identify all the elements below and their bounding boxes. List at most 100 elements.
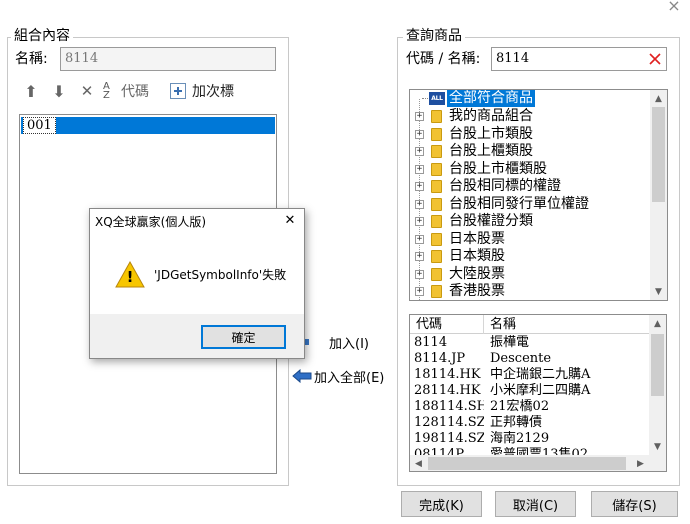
folder-icon xyxy=(431,110,442,123)
cell-name: 小米摩利二四購A xyxy=(490,383,591,398)
folder-icon xyxy=(431,197,442,211)
cell-code: 28114.HK xyxy=(414,383,481,398)
add-sub-label: 加次標 xyxy=(192,84,234,100)
expand-icon[interactable]: + xyxy=(415,217,424,226)
tree-item-label: 日本類股 xyxy=(449,248,505,264)
cell-name: 21宏橋02 xyxy=(490,399,550,414)
cell-name: 中企瑞銀二九購A xyxy=(490,367,591,382)
add-all-button[interactable]: 加入全部(E) xyxy=(292,366,392,386)
folder-icon xyxy=(431,127,442,141)
cell-code: 188114.SH xyxy=(414,399,484,414)
clear-search-icon[interactable] xyxy=(648,52,662,66)
tree-item-label: 台股權證分類 xyxy=(449,213,533,229)
delete-icon[interactable]: ✕ xyxy=(77,80,97,102)
cell-code: 8114 xyxy=(414,335,448,350)
cell-name: Descente xyxy=(490,351,552,366)
folder-icon xyxy=(431,250,442,263)
expand-icon[interactable]: + xyxy=(415,252,424,261)
dialog-footer: 確定 xyxy=(90,314,304,358)
scroll-thumb[interactable] xyxy=(652,107,665,202)
name-label: 名稱: xyxy=(15,51,48,67)
dialog-title: XQ全球贏家(個人版) xyxy=(95,215,207,229)
scroll-right-icon[interactable]: ▶ xyxy=(632,455,649,471)
list-item[interactable]: 001 xyxy=(21,117,275,134)
add-button[interactable]: 加入(I) xyxy=(304,332,384,352)
tree-item-label: 全部符合商品 xyxy=(447,90,535,107)
table-row[interactable]: 188114.SH 21宏橋02 xyxy=(410,399,649,415)
window-close-icon[interactable]: × xyxy=(664,0,684,15)
sort-az-icon: AZ xyxy=(103,81,110,101)
table-row[interactable]: 8114 振樺電 xyxy=(410,335,649,351)
folder-icon xyxy=(431,285,442,298)
cell-name: 正邦轉債 xyxy=(490,415,543,430)
table-row[interactable]: 198114.SZ 海南2129 xyxy=(410,431,649,447)
cell-code: 18114.HK xyxy=(414,367,481,382)
folder-icon xyxy=(431,145,442,158)
expand-icon[interactable]: + xyxy=(415,112,424,121)
dialog-close-icon[interactable]: ✕ xyxy=(280,212,300,230)
tree-item-label: 台股上市櫃類股 xyxy=(449,160,547,177)
name-field[interactable]: 8114 xyxy=(60,47,276,71)
add-sub-icon xyxy=(170,83,186,99)
tree-item-label: 我的商品組合 xyxy=(449,108,533,124)
scroll-thumb[interactable] xyxy=(428,457,626,470)
folder-icon xyxy=(431,232,442,246)
expand-icon[interactable]: + xyxy=(415,234,424,244)
cell-name: 振樺電 xyxy=(490,335,530,350)
table-row[interactable]: 8114.JP Descente xyxy=(410,351,649,367)
tree-item-label: 台股上市類股 xyxy=(449,125,533,142)
scroll-thumb[interactable] xyxy=(651,334,664,396)
expand-icon[interactable]: + xyxy=(415,199,424,209)
save-button[interactable]: 儲存(S) xyxy=(591,491,678,517)
cell-code: 128114.SZ xyxy=(414,415,484,430)
folder-icon xyxy=(431,180,442,193)
add-all-label: 加入全部(E) xyxy=(314,370,385,386)
cell-code: 8114.JP xyxy=(414,351,466,366)
error-dialog: XQ全球贏家(個人版) ✕ ! 'JDGetSymbolInfo'失敗 確定 xyxy=(89,208,305,359)
warning-glyph: ! xyxy=(126,268,134,286)
scroll-up-icon[interactable]: ▲ xyxy=(650,90,667,107)
tree-item-label: 大陸股票 xyxy=(449,265,505,282)
tree-item-label: 台股相同發行單位權證 xyxy=(449,195,589,212)
move-down-icon[interactable]: ⬇ xyxy=(49,80,69,102)
tree-item-label: 台股相同標的權證 xyxy=(449,178,561,194)
column-header-code[interactable]: 代碼 xyxy=(416,317,442,333)
scroll-up-icon[interactable]: ▲ xyxy=(649,315,666,332)
tree-item-label: 台股上櫃類股 xyxy=(449,143,533,159)
finish-button[interactable]: 完成(K) xyxy=(401,491,482,517)
table-hscrollbar[interactable]: ◀ ▶ xyxy=(410,455,649,471)
sort-button[interactable]: AZ 代碼 xyxy=(103,80,159,102)
expand-icon[interactable]: + xyxy=(415,182,424,191)
search-input[interactable]: 8114 xyxy=(491,47,667,71)
combo-content-title: 組合內容 xyxy=(11,28,73,44)
dialog-ok-button[interactable]: 確定 xyxy=(201,325,286,349)
expand-icon[interactable]: + xyxy=(415,287,424,296)
folder-icon xyxy=(431,162,442,176)
table-row[interactable]: 18114.HK 中企瑞銀二九購A xyxy=(410,367,649,383)
expand-icon[interactable]: + xyxy=(415,129,424,139)
table-header: 代碼 名稱 xyxy=(410,315,649,334)
folder-icon xyxy=(431,215,442,228)
move-up-icon[interactable]: ⬆ xyxy=(21,80,41,102)
cancel-button[interactable]: 取消(C) xyxy=(495,491,576,517)
category-tree[interactable]: ALL 全部符合商品 + 我的商品組合 + 台股上市類股 + 台股上櫃類股 + … xyxy=(409,89,668,301)
results-table[interactable]: 代碼 名稱 8114 振樺電 8114.JP Descente 18114.HK… xyxy=(409,314,667,472)
table-row[interactable]: 128114.SZ 正邦轉債 xyxy=(410,415,649,431)
cell-name: 海南2129 xyxy=(490,431,550,446)
table-vscrollbar[interactable]: ▲ ▼ xyxy=(649,315,666,455)
tree-scrollbar[interactable]: ▲ ▼ xyxy=(650,90,667,300)
add-sub-button[interactable]: 加次標 xyxy=(170,80,246,102)
tree-item-label: 香港股票 xyxy=(449,283,505,299)
scroll-left-icon[interactable]: ◀ xyxy=(410,455,427,471)
folder-icon xyxy=(431,267,442,281)
expand-icon[interactable]: + xyxy=(415,164,424,174)
tree-item-label: 日本股票 xyxy=(449,230,505,247)
table-row[interactable]: 28114.HK 小米摩利二四購A xyxy=(410,383,649,399)
sort-label: 代碼 xyxy=(121,84,149,100)
all-badge-icon: ALL xyxy=(429,92,445,105)
column-header-name[interactable]: 名稱 xyxy=(490,317,516,333)
scroll-down-icon[interactable]: ▼ xyxy=(649,438,666,455)
scroll-down-icon[interactable]: ▼ xyxy=(650,283,667,300)
expand-icon[interactable]: + xyxy=(415,147,424,156)
expand-icon[interactable]: + xyxy=(415,269,424,279)
